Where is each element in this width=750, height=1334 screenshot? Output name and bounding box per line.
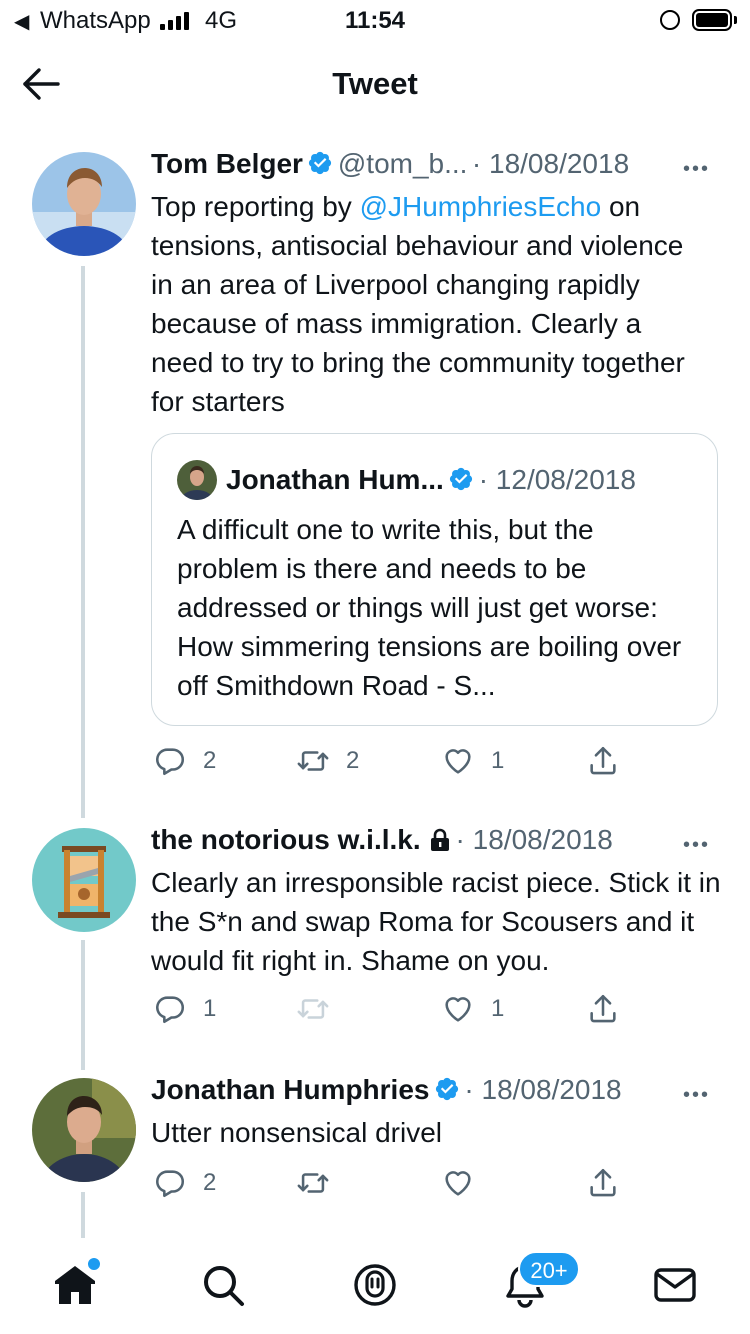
status-time: 11:54 — [344, 7, 406, 34]
share-icon — [586, 744, 620, 778]
thread-line — [81, 940, 85, 1070]
like-count: 1 — [491, 995, 505, 1022]
quoted-tweet-date: · 12/08/2018 — [478, 464, 636, 495]
battery-icon — [692, 9, 732, 31]
like-button[interactable]: 1 — [441, 744, 504, 778]
quoted-tweet-header: Jonathan Hum... · 12/08/2018 — [226, 464, 636, 496]
share-button[interactable] — [586, 744, 620, 778]
rotation-lock-icon — [660, 10, 680, 30]
like-button[interactable] — [441, 1166, 475, 1200]
retweet-button[interactable] — [296, 1166, 330, 1200]
retweet-icon — [296, 1166, 330, 1200]
tweet-header: Jonathan Humphries · 18/08/2018 — [151, 1074, 681, 1106]
like-count: 1 — [491, 747, 505, 774]
tweet-text-part: on tensions, antisocial behaviour and vi… — [151, 191, 685, 417]
author-name[interactable]: Tom Belger — [151, 148, 303, 179]
verified-badge-icon — [434, 1076, 460, 1102]
retweet-count: 2 — [346, 747, 360, 774]
tweet-header: Tom Belger @tom_b... · 18/08/2018 — [151, 148, 711, 180]
retweet-icon — [296, 992, 330, 1026]
like-icon — [441, 1166, 475, 1200]
quoted-tweet[interactable]: Jonathan Hum... · 12/08/2018 A difficult… — [151, 433, 718, 726]
reply-icon — [153, 992, 187, 1026]
mention-link[interactable]: @JHumphriesEcho — [360, 191, 602, 222]
battery-tip — [734, 16, 737, 24]
reply-count: 2 — [203, 747, 217, 774]
share-button[interactable] — [586, 992, 620, 1026]
tweet-text-part: Top reporting by — [151, 191, 360, 222]
reply-button[interactable]: 2 — [153, 1166, 216, 1200]
verified-badge-icon — [448, 466, 474, 492]
like-icon — [441, 744, 475, 778]
reply-count: 1 — [203, 995, 217, 1022]
verified-badge-icon — [307, 150, 333, 176]
avatar-tom-belger[interactable] — [32, 152, 136, 256]
lock-icon — [431, 828, 450, 851]
author-handle[interactable]: @tom_b... — [338, 148, 468, 179]
status-bar: ◀ WhatsApp 4G 11:54 — [0, 0, 750, 44]
retweet-icon — [296, 744, 330, 778]
tweet-text: Clearly an irresponsible racist piece. S… — [151, 867, 721, 976]
reply-icon — [153, 744, 187, 778]
retweet-button[interactable]: 2 — [296, 744, 359, 778]
tweet-text: Utter nonsensical drivel — [151, 1117, 443, 1148]
quoted-tweet-text: A difficult one to write this, but the p… — [177, 514, 682, 701]
home-new-content-dot — [86, 1256, 102, 1272]
share-icon — [586, 1166, 620, 1200]
avatar-jonathan-humphries[interactable] — [32, 1078, 136, 1182]
page-title: Tweet — [332, 66, 418, 101]
like-icon — [441, 992, 475, 1026]
tweet-date[interactable]: · 18/08/2018 — [464, 1074, 621, 1105]
reply-icon — [153, 1166, 187, 1200]
tweet-header: the notorious w.i.l.k. · 18/08/2018 — [151, 824, 671, 856]
avatar-jonathan-humphries — [177, 460, 217, 500]
retweet-button[interactable] — [296, 992, 330, 1026]
share-button[interactable] — [586, 1166, 620, 1200]
more-options-icon[interactable]: ••• — [683, 1084, 710, 1107]
share-icon — [586, 992, 620, 1026]
tweet-text: Top reporting by @JHumphriesEcho on tens… — [151, 187, 711, 421]
author-name[interactable]: the notorious w.i.l.k. — [151, 824, 421, 855]
reply-button[interactable]: 1 — [153, 992, 216, 1026]
more-options-icon[interactable]: ••• — [683, 158, 710, 181]
search-icon[interactable] — [200, 1262, 246, 1308]
reply-count: 2 — [203, 1169, 217, 1196]
author-name[interactable]: Jonathan Humphries — [151, 1074, 429, 1105]
like-button[interactable]: 1 — [441, 992, 504, 1026]
thread-line — [81, 1192, 85, 1238]
tweet-date[interactable]: · 18/08/2018 — [472, 148, 629, 179]
notifications-badge: 20+ — [518, 1251, 580, 1287]
tab-bar — [0, 1238, 750, 1334]
quoted-author-name: Jonathan Hum... — [226, 464, 444, 495]
tweet-date[interactable]: · 18/08/2018 — [456, 824, 613, 855]
thread-line — [81, 266, 85, 818]
more-options-icon[interactable]: ••• — [683, 834, 710, 857]
spaces-icon[interactable] — [352, 1262, 398, 1308]
reply-button[interactable]: 2 — [153, 744, 216, 778]
avatar-the-notorious-wilk[interactable] — [32, 828, 136, 932]
messages-icon[interactable] — [652, 1262, 698, 1308]
